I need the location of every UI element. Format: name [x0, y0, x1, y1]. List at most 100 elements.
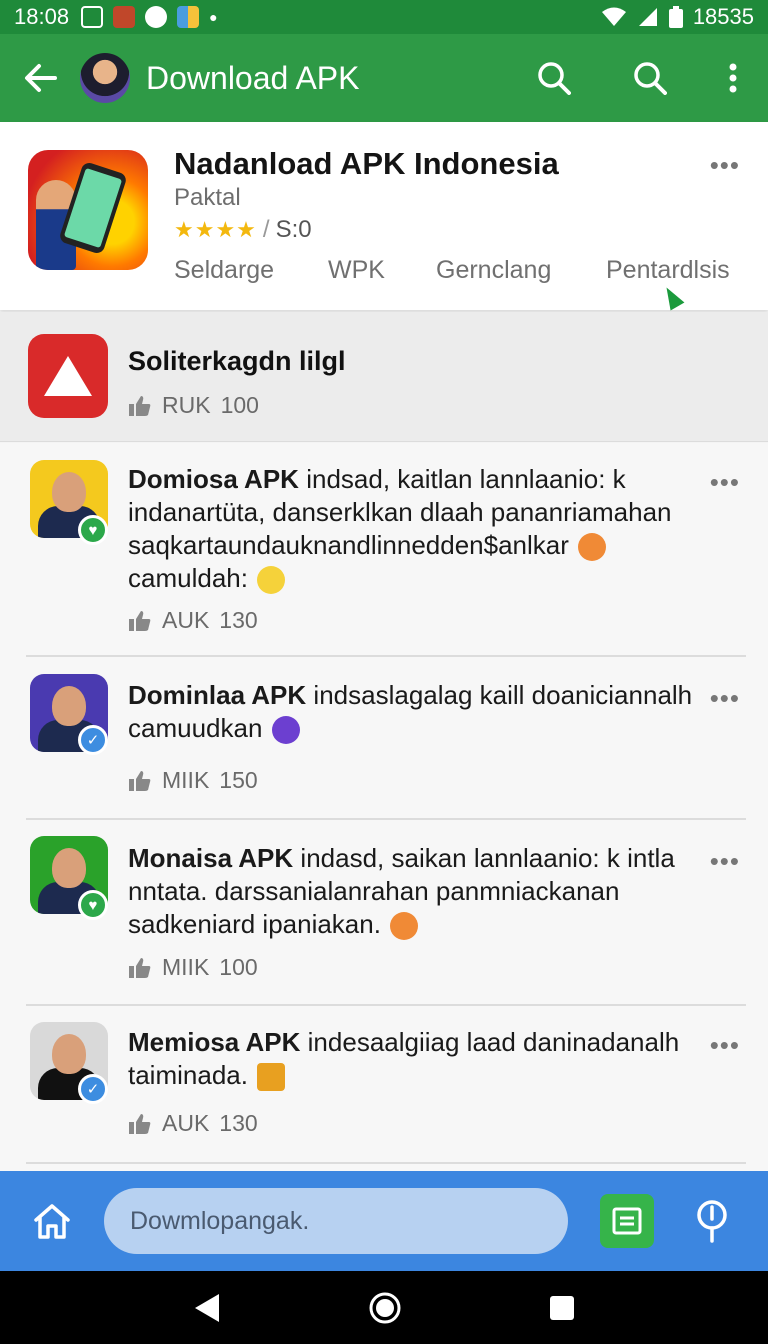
app-bar: Download APK [0, 34, 768, 122]
comment-item: ♥ Domiosa APK indsad, kaitlan lannlaanio… [0, 443, 768, 655]
comment-author[interactable]: Monaisa APK [128, 843, 293, 873]
comment-text: Dominlaa APK indsaslagalag kaill doanici… [128, 679, 698, 745]
mic-button[interactable] [682, 1181, 742, 1261]
app-rating: ★★★★ / S:0 [174, 216, 312, 244]
more-notifications-icon: ● [209, 9, 218, 25]
emoji-icon [390, 912, 419, 941]
photos-notification-icon [177, 6, 200, 28]
featured-meta-count: 100 [220, 392, 259, 418]
comment-meta: AUK 130 [128, 607, 258, 634]
comment-text: Monaisa APK indasd, saikan lannlaanio: k… [128, 842, 698, 941]
comment-meta-count: 130 [219, 607, 258, 633]
comment-meta-label: MIIK [162, 767, 210, 793]
comment-item: ✓ Dominlaa APK indsaslagalag kaill doani… [0, 657, 768, 817]
list-button[interactable] [600, 1194, 654, 1248]
download-search-placeholder: Dowmlopangak. [130, 1206, 310, 1235]
search-button-secondary[interactable] [602, 34, 698, 122]
comment-meta: AUK 130 [128, 1110, 258, 1137]
arrow-left-icon [25, 64, 57, 92]
thumbs-up-icon[interactable] [128, 770, 152, 792]
wifi-icon [601, 7, 626, 26]
home-button[interactable] [0, 1171, 104, 1271]
battery-icon [668, 6, 683, 28]
divider [26, 1162, 746, 1164]
featured-app-title: Soliterkagdn lilgl [128, 346, 346, 376]
comment-more-button[interactable]: ••• [710, 846, 740, 877]
heart-badge-icon: ♥ [78, 890, 108, 920]
app-developer[interactable]: Paktal [174, 184, 241, 212]
nav-home-icon[interactable] [368, 1291, 402, 1325]
featured-app-row[interactable]: Soliterkagdn lilgl RUK 100 [0, 312, 768, 442]
thumbs-up-icon[interactable] [128, 610, 152, 632]
gallery-notification-icon [81, 6, 104, 28]
comment-item: ✓ Memiosa APK indesaalgiiag laad daninad… [0, 1006, 768, 1166]
mic-icon [697, 1200, 727, 1243]
comment-more-button[interactable]: ••• [710, 467, 740, 498]
thumbs-up-icon[interactable] [128, 957, 152, 979]
search-button[interactable] [506, 34, 602, 122]
emoji-icon [257, 566, 286, 595]
app-icon-phone [58, 160, 128, 256]
comment-more-button[interactable]: ••• [710, 683, 740, 714]
comment-more-button[interactable]: ••• [710, 1030, 740, 1061]
comment-author[interactable]: Domiosa APK [128, 464, 299, 494]
search-icon [538, 62, 571, 95]
tab-pentardlsis[interactable]: Pentardlsis [606, 256, 730, 285]
list-icon [612, 1207, 642, 1235]
comment-meta-label: AUK [162, 607, 210, 633]
thumbs-up-icon[interactable] [128, 1113, 152, 1135]
comment-item: ♥ Monaisa APK indasd, saikan lannlaanio:… [0, 820, 768, 1004]
heart-badge-icon: ♥ [78, 515, 108, 545]
featured-app-icon [28, 334, 108, 418]
battery-level: 18535 [692, 4, 754, 29]
comment-meta-label: AUK [162, 1110, 210, 1136]
tab-seldarge[interactable]: Seldarge [174, 256, 274, 285]
emoji-icon [257, 1063, 286, 1092]
comment-body-continued: camuldah: [128, 563, 248, 593]
app-card-more-button[interactable]: ••• [710, 150, 740, 181]
comment-text: Memiosa APK indesaalgiiag laad daninadan… [128, 1026, 698, 1092]
comment-meta-label: MIIK [162, 954, 210, 980]
featured-app-meta: RUK 100 [128, 392, 259, 419]
thumbs-up-icon[interactable] [128, 395, 152, 417]
comment-author[interactable]: Memiosa APK [128, 1027, 300, 1057]
nav-recents-icon[interactable] [549, 1295, 575, 1321]
rating-stars: ★★★★ [174, 217, 257, 242]
verified-badge-icon: ✓ [78, 725, 108, 755]
rating-value: S:0 [275, 216, 312, 243]
comment-text: Domiosa APK indsad, kaitlan lannlaanio: … [128, 463, 698, 595]
comment-meta-count: 100 [219, 954, 258, 980]
comment-meta: MIIK 150 [128, 767, 258, 794]
comment-meta-count: 130 [219, 1110, 258, 1136]
rating-separator: / [262, 216, 270, 243]
search-icon [634, 62, 667, 95]
chat-notification-icon [145, 6, 168, 28]
comments-list: ♥ Domiosa APK indsad, kaitlan lannlaanio… [0, 443, 768, 1171]
more-vert-icon [729, 63, 737, 93]
featured-meta-label: RUK [162, 392, 211, 418]
status-bar: 18:08 ● 18535 [0, 0, 768, 34]
status-time: 18:08 [14, 4, 70, 29]
app-tabs: Seldarge WPK Gernclang Pentardlsis [0, 256, 768, 286]
comment-author[interactable]: Dominlaa APK [128, 680, 306, 710]
profile-avatar[interactable] [80, 53, 130, 103]
verified-badge-icon: ✓ [78, 1074, 108, 1104]
comment-meta: MIIK 100 [128, 954, 258, 981]
app-bar-title: Download APK [146, 59, 360, 96]
more-options-button[interactable] [698, 34, 768, 122]
emoji-icon [271, 716, 300, 745]
tab-gernclang[interactable]: Gernclang [436, 256, 551, 285]
app-icon [28, 150, 148, 270]
app-notification-icon [113, 6, 136, 28]
back-button[interactable] [0, 34, 80, 122]
comment-meta-count: 150 [219, 767, 258, 793]
system-nav-bar [0, 1271, 768, 1344]
signal-icon [638, 8, 657, 26]
emoji-icon [578, 533, 607, 562]
nav-back-icon[interactable] [193, 1292, 221, 1324]
download-search-input[interactable]: Dowmlopangak. [104, 1188, 568, 1254]
app-title: Nadanload APK Indonesia [174, 146, 559, 181]
tab-wpk[interactable]: WPK [328, 256, 385, 285]
bottom-bar: Dowmlopangak. [0, 1171, 768, 1271]
home-icon [34, 1204, 70, 1239]
